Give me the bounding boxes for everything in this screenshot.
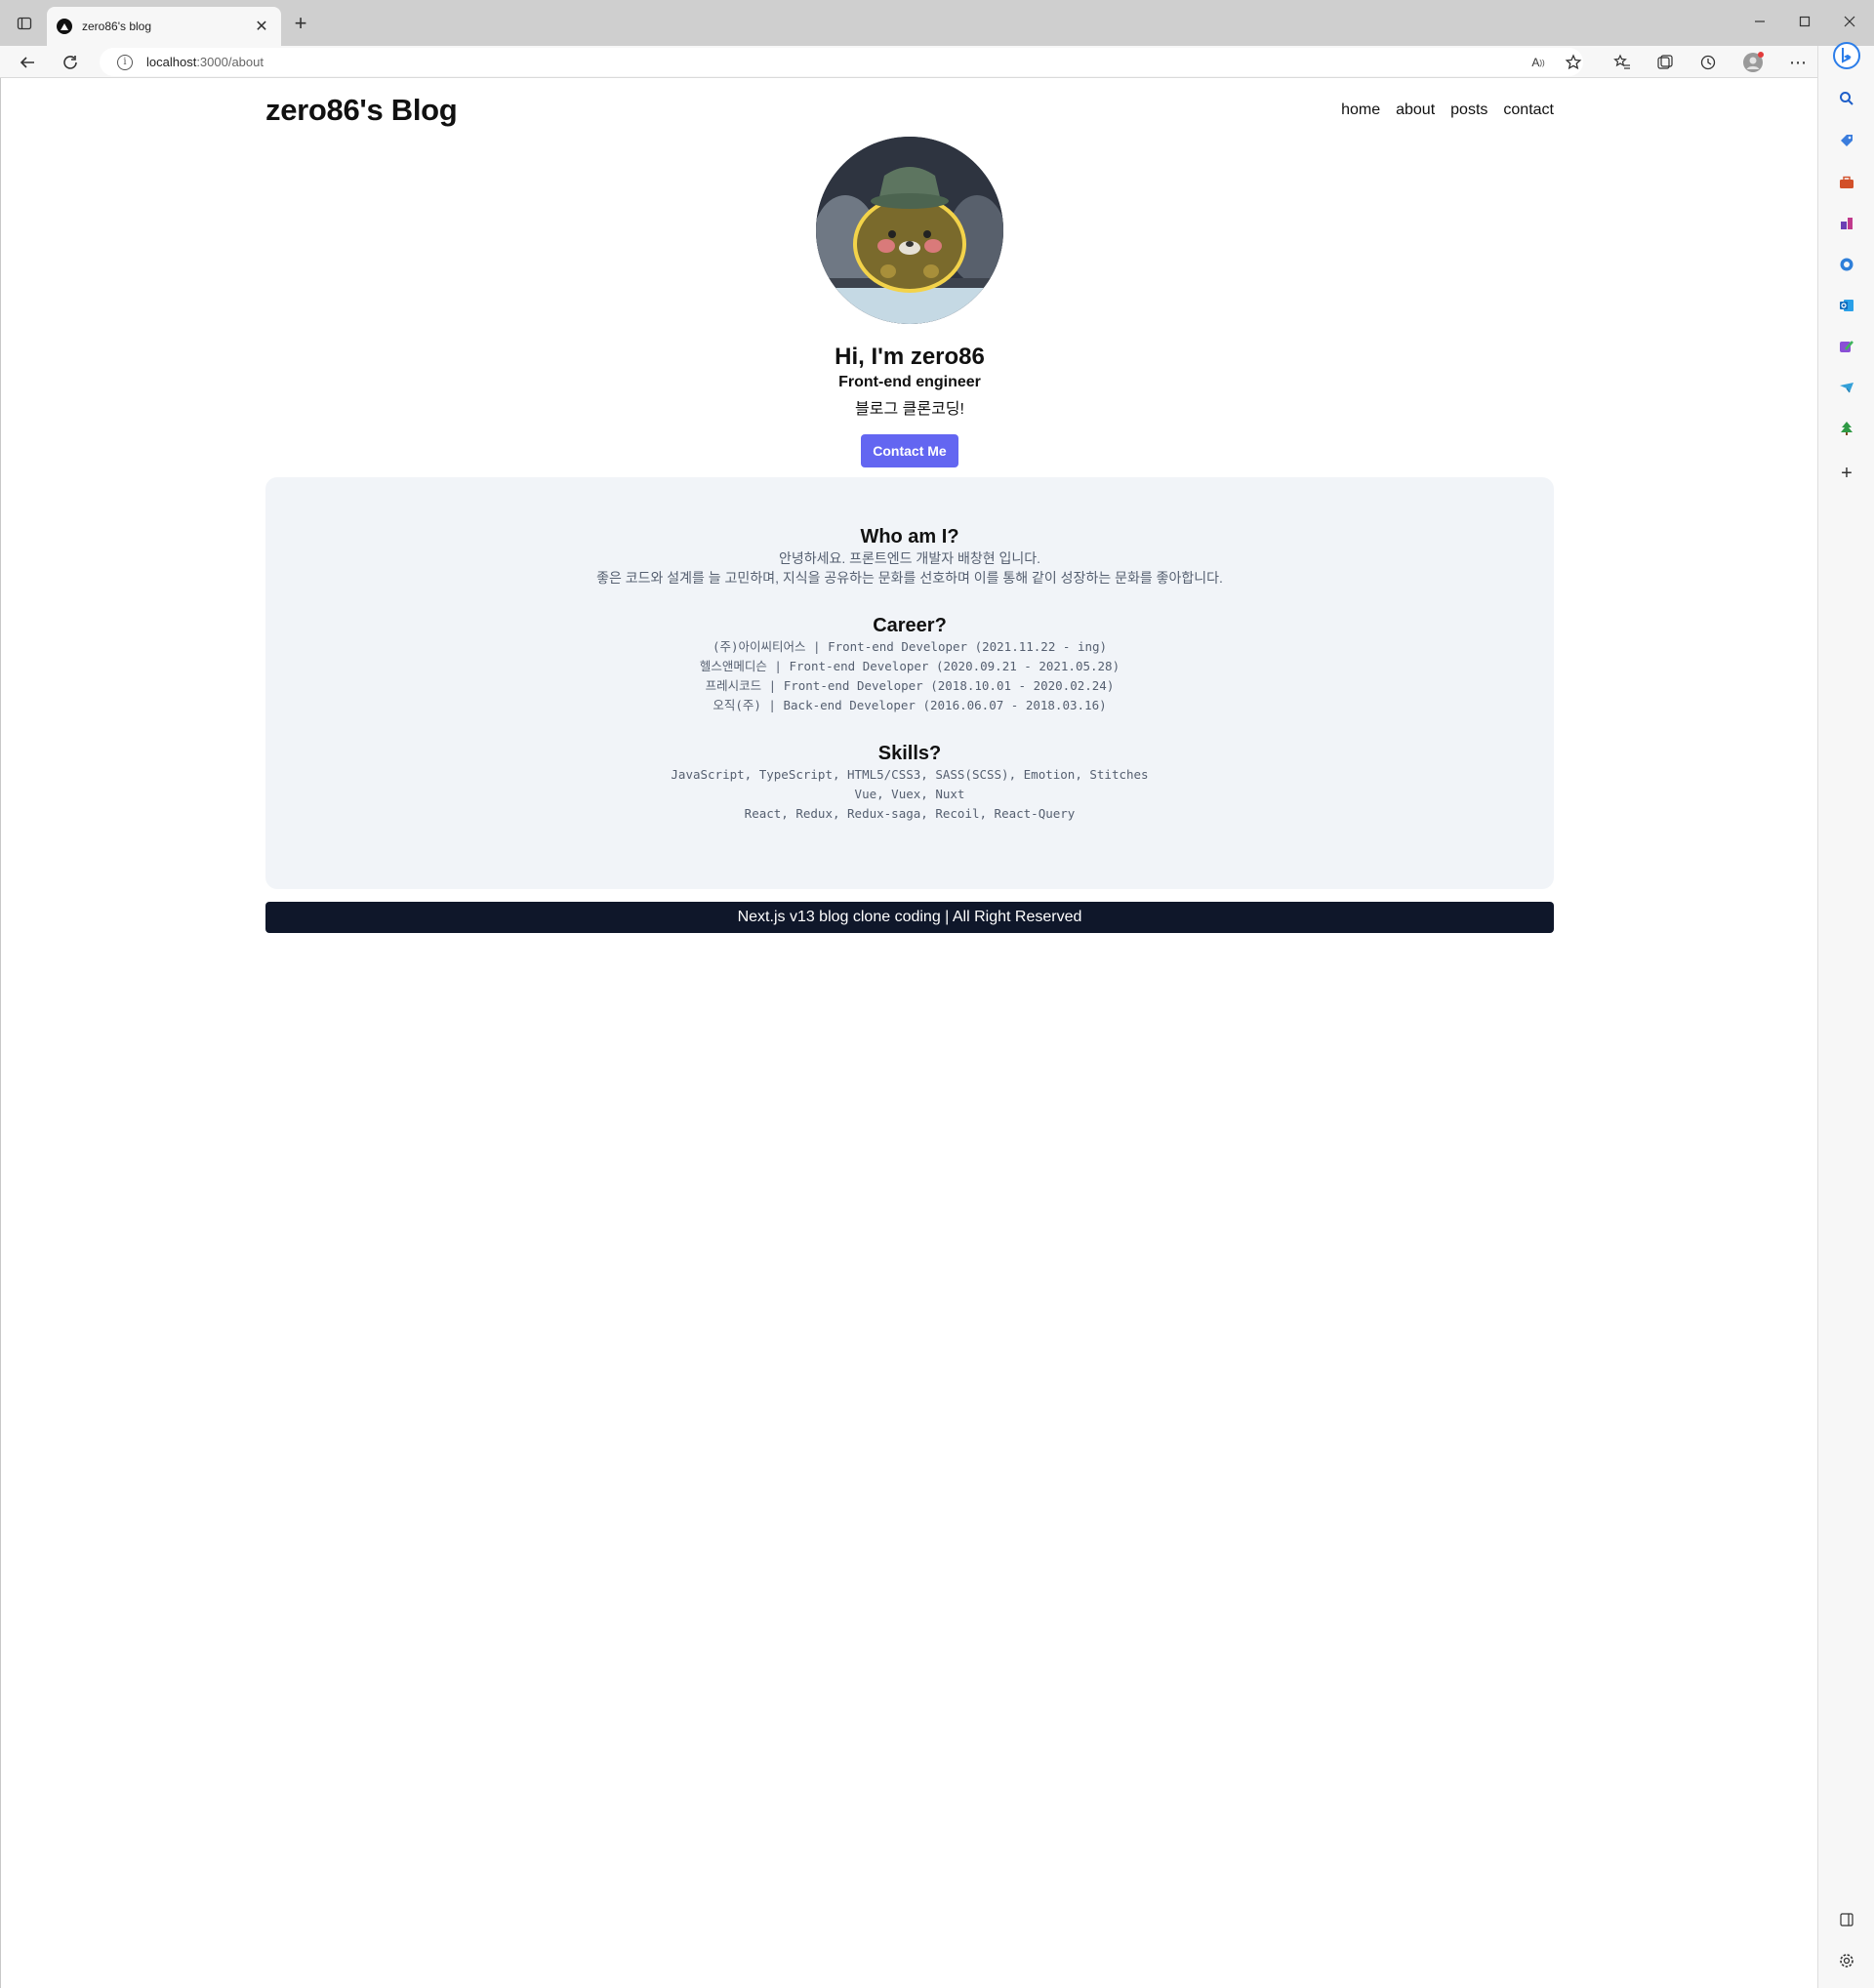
about-panel: Who am I? 안녕하세요. 프론트엔드 개발자 배창현 입니다. 좋은 코… [265,477,1554,889]
profile-avatar [816,137,1003,324]
career-title: Career? [873,615,947,636]
skills-section: Skills? JavaScript, TypeScript, HTML5/CS… [265,743,1554,824]
browser-tab[interactable]: zero86's blog ✕ [47,7,281,46]
send-drop-icon[interactable] [1837,378,1856,397]
tools-briefcase-icon[interactable] [1837,173,1856,192]
hide-sidebar-icon[interactable] [1837,1910,1856,1929]
career-item: (주)아이씨티어스 | Front-end Developer (2021.11… [712,639,1108,654]
back-icon[interactable] [14,49,41,76]
close-window-icon[interactable] [1827,8,1872,35]
nav-contact[interactable]: contact [1503,101,1554,119]
skills-line: React, Redux, Redux-saga, Recoil, React-… [744,806,1076,821]
search-icon[interactable] [1837,89,1856,108]
main-nav: home about posts contact [1341,101,1554,119]
tab-title: zero86's blog [82,20,152,33]
history-icon[interactable] [1694,49,1722,76]
skills-line: JavaScript, TypeScript, HTML5/CSS3, SASS… [671,767,1149,782]
skills-title: Skills? [877,743,942,764]
hero-description: 블로그 클론코딩! [855,401,964,418]
add-sidebar-app-icon[interactable]: + [1837,463,1856,484]
profile-avatar-icon[interactable] [1739,49,1767,76]
profile-hero: Hi, I'm zero86 Front-end engineer 블로그 클론… [265,137,1554,467]
refresh-icon[interactable] [57,49,84,76]
more-options-icon[interactable]: ⋯ [1784,49,1812,76]
who-section: Who am I? 안녕하세요. 프론트엔드 개발자 배창현 입니다. 좋은 코… [265,526,1554,588]
contact-me-button[interactable]: Contact Me [861,434,958,467]
site-logo[interactable]: zero86's Blog [265,93,458,128]
career-item: 프레시코드 | Front-end Developer (2018.10.01 … [705,678,1115,693]
site-footer: Next.js v13 blog clone coding | All Righ… [265,902,1554,933]
url-path: :3000/about [196,55,264,69]
address-bar[interactable]: i localhost:3000/about [100,48,1583,76]
collections-icon[interactable] [1651,49,1679,76]
bing-copilot-icon[interactable] [1833,42,1860,69]
site-favicon-icon [57,19,72,34]
edge-sidebar: + [1817,42,1874,1988]
url-text: localhost:3000/about [146,55,264,69]
read-aloud-icon[interactable]: A)) [1525,49,1552,76]
games-icon[interactable] [1837,214,1856,233]
settings-gear-icon[interactable] [1837,1951,1856,1970]
favorite-add-icon[interactable] [1560,49,1587,76]
tree-icon[interactable] [1837,419,1856,438]
minimize-icon[interactable] [1737,8,1782,35]
career-section: Career? (주)아이씨티어스 | Front-end Developer … [265,615,1554,715]
tab-actions-icon[interactable] [13,12,36,35]
career-item: 헬스앤메디슨 | Front-end Developer (2020.09.21… [699,659,1120,673]
site-header: zero86's Blog home about posts contact [265,90,1554,131]
nav-posts[interactable]: posts [1450,101,1487,119]
hero-subtitle: Front-end engineer [838,374,981,390]
url-host: localhost [146,55,197,69]
shopping-tag-icon[interactable] [1837,131,1856,150]
microsoft-365-icon[interactable] [1837,255,1856,274]
hero-title: Hi, I'm zero86 [835,344,985,370]
close-tab-icon[interactable]: ✕ [252,17,271,36]
outlook-icon[interactable] [1837,296,1856,315]
designer-icon[interactable] [1837,337,1856,356]
career-item: 오직(주) | Back-end Developer (2016.06.07 -… [713,698,1107,712]
favorites-icon[interactable] [1609,49,1636,76]
maximize-icon[interactable] [1782,8,1827,35]
browser-titlebar: zero86's blog ✕ + [0,0,1874,46]
who-title: Who am I? [860,526,959,548]
site-info-icon[interactable]: i [117,54,133,70]
who-line: 좋은 코드와 설계를 늘 고민하며, 지식을 공유하는 문화를 선호하며 이를 … [596,570,1223,586]
skills-line: Vue, Vuex, Nuxt [854,787,965,801]
new-tab-icon[interactable]: + [287,10,314,37]
nav-about[interactable]: about [1396,101,1435,119]
who-line: 안녕하세요. 프론트엔드 개발자 배창현 입니다. [778,550,1041,566]
browser-toolbar: i localhost:3000/about A)) ⋯ [0,46,1874,78]
nav-home[interactable]: home [1341,101,1380,119]
